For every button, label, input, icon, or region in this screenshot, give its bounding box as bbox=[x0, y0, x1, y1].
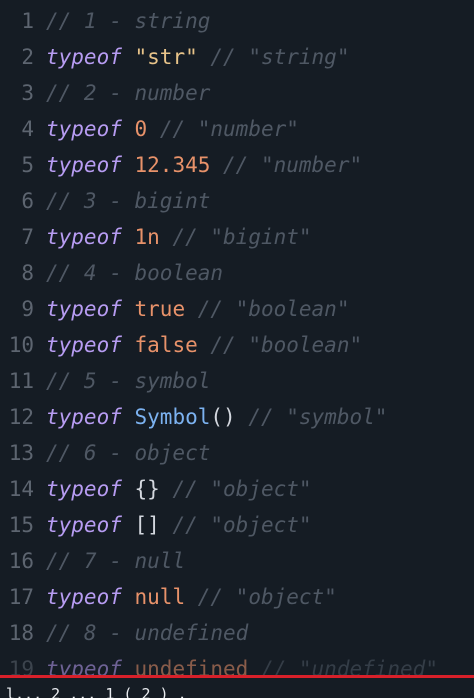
code-token-bool: false bbox=[134, 333, 198, 357]
code-line[interactable]: 15 typeof [] // "object" bbox=[0, 507, 312, 543]
code-token-kw: typeof bbox=[46, 225, 122, 249]
code-token-cmt: // "symbol" bbox=[248, 405, 388, 429]
line-number: 17 bbox=[8, 585, 34, 609]
code-token-cmt: // "string" bbox=[210, 45, 350, 69]
line-number: 2 bbox=[21, 45, 34, 69]
code-token-kw: typeof bbox=[46, 297, 122, 321]
code-line[interactable]: 14 typeof {} // "object" bbox=[0, 471, 312, 507]
line-number: 13 bbox=[8, 441, 34, 465]
code-token-kw: typeof bbox=[46, 45, 122, 69]
code-token-pun: () bbox=[210, 405, 236, 429]
code-token-pun bbox=[160, 513, 173, 537]
code-token-bool: true bbox=[134, 297, 186, 321]
code-token-cmt: // "object" bbox=[172, 513, 312, 537]
code-token-pun bbox=[185, 297, 198, 321]
code-line[interactable]: 13 // 6 - object bbox=[0, 435, 211, 471]
code-token-pun bbox=[160, 225, 173, 249]
code-line[interactable]: 7 typeof 1n // "bigint" bbox=[0, 219, 312, 255]
code-line[interactable]: 3 // 2 - number bbox=[0, 75, 210, 111]
code-token-kw: typeof bbox=[46, 513, 122, 537]
code-token-pun bbox=[185, 585, 198, 609]
code-token-pun: [] bbox=[134, 513, 160, 537]
line-number: 4 bbox=[21, 117, 34, 141]
code-line[interactable]: 2 typeof "str" // "string" bbox=[0, 39, 349, 75]
code-token-cmt: // "number" bbox=[223, 153, 363, 177]
code-token-pun bbox=[122, 405, 135, 429]
code-token-cmt: // "object" bbox=[197, 585, 337, 609]
code-token-kw: typeof bbox=[46, 153, 122, 177]
line-number: 7 bbox=[21, 225, 34, 249]
code-token-pun bbox=[122, 585, 135, 609]
line-number: 9 bbox=[21, 297, 34, 321]
code-token-pun bbox=[122, 45, 135, 69]
code-token-kw: typeof bbox=[46, 117, 122, 141]
code-line[interactable]: 9 typeof true // "boolean" bbox=[0, 291, 349, 327]
line-number: 11 bbox=[8, 369, 34, 393]
line-number: 18 bbox=[8, 621, 34, 645]
line-number: 15 bbox=[8, 513, 34, 537]
code-token-cmt: // 2 - number bbox=[46, 81, 211, 105]
line-number: 1 bbox=[21, 9, 34, 33]
code-token-pun bbox=[122, 297, 135, 321]
code-token-pun bbox=[122, 333, 135, 357]
line-number: 16 bbox=[8, 549, 34, 573]
code-token-num: 1n bbox=[134, 225, 160, 249]
code-token-fn: Symbol bbox=[134, 405, 211, 429]
code-token-cmt: // 6 - object bbox=[46, 441, 211, 465]
code-token-cmt: // "boolean" bbox=[210, 333, 363, 357]
code-token-cmt: // "object" bbox=[172, 477, 312, 501]
code-line[interactable]: 5 typeof 12.345 // "number" bbox=[0, 147, 362, 183]
code-line[interactable]: 16 // 7 - null bbox=[0, 543, 185, 579]
code-token-kw: typeof bbox=[46, 585, 122, 609]
line-number: 8 bbox=[21, 261, 34, 285]
code-token-cmt: // "bigint" bbox=[172, 225, 312, 249]
code-token-pun bbox=[198, 333, 211, 357]
code-token-kw: typeof bbox=[46, 477, 122, 501]
line-number: 14 bbox=[8, 477, 34, 501]
code-token-cmt: // 3 - bigint bbox=[46, 189, 211, 213]
code-token-pun bbox=[198, 45, 211, 69]
code-token-pun bbox=[122, 153, 135, 177]
code-token-cmt: // 7 - null bbox=[46, 549, 186, 573]
code-token-kw: typeof bbox=[46, 333, 122, 357]
code-token-pun bbox=[210, 153, 223, 177]
line-number: 5 bbox=[21, 153, 34, 177]
code-token-pun bbox=[122, 225, 135, 249]
code-line[interactable]: 18 // 8 - undefined bbox=[0, 615, 249, 651]
code-token-cmt: // "number" bbox=[159, 117, 299, 141]
code-token-pun bbox=[122, 477, 135, 501]
code-token-pun bbox=[122, 117, 135, 141]
code-token-cmt: // 4 - boolean bbox=[46, 261, 224, 285]
code-editor[interactable]: 1// 1 - string 2 typeof "str" // "string" 3… bbox=[0, 0, 474, 698]
code-token-cmt: // 1 - string bbox=[46, 9, 211, 33]
code-token-cmt: // 5 - symbol bbox=[46, 369, 211, 393]
code-line[interactable]: 17 typeof null // "object" bbox=[0, 579, 337, 615]
line-number: 12 bbox=[8, 405, 34, 429]
code-line[interactable]: 10 typeof false // "boolean" bbox=[0, 327, 362, 363]
code-token-str: "str" bbox=[134, 45, 198, 69]
code-token-pun bbox=[147, 117, 160, 141]
bottom-peek-strip: l... 2 ... 1 ( 2 ) . bbox=[0, 678, 474, 698]
line-number: 3 bbox=[21, 81, 34, 105]
code-token-pun bbox=[122, 513, 135, 537]
code-line[interactable]: 11 // 5 - symbol bbox=[0, 363, 211, 399]
code-token-cmt: // "boolean" bbox=[197, 297, 350, 321]
code-token-pun bbox=[236, 405, 249, 429]
code-token-pun: {} bbox=[134, 477, 160, 501]
line-number: 10 bbox=[8, 333, 34, 357]
code-token-cmt: // 8 - undefined bbox=[46, 621, 249, 645]
code-token-pun bbox=[160, 477, 173, 501]
code-token-kw: typeof bbox=[46, 405, 122, 429]
bottom-peek-text: l... 2 ... 1 ( 2 ) . bbox=[6, 685, 187, 698]
code-line[interactable]: 4 typeof 0 // "number" bbox=[0, 111, 299, 147]
code-line[interactable]: 6 // 3 - bigint bbox=[0, 183, 210, 219]
code-line[interactable]: 8 // 4 - boolean bbox=[0, 255, 223, 291]
code-token-num: 0 bbox=[134, 117, 148, 141]
code-token-num: 12.345 bbox=[134, 153, 211, 177]
line-number: 6 bbox=[21, 189, 34, 213]
code-line[interactable]: 1 // 1 - string bbox=[0, 3, 210, 39]
code-line[interactable]: 12 typeof Symbol() // "symbol" bbox=[0, 399, 388, 435]
code-token-bool: null bbox=[134, 585, 186, 609]
